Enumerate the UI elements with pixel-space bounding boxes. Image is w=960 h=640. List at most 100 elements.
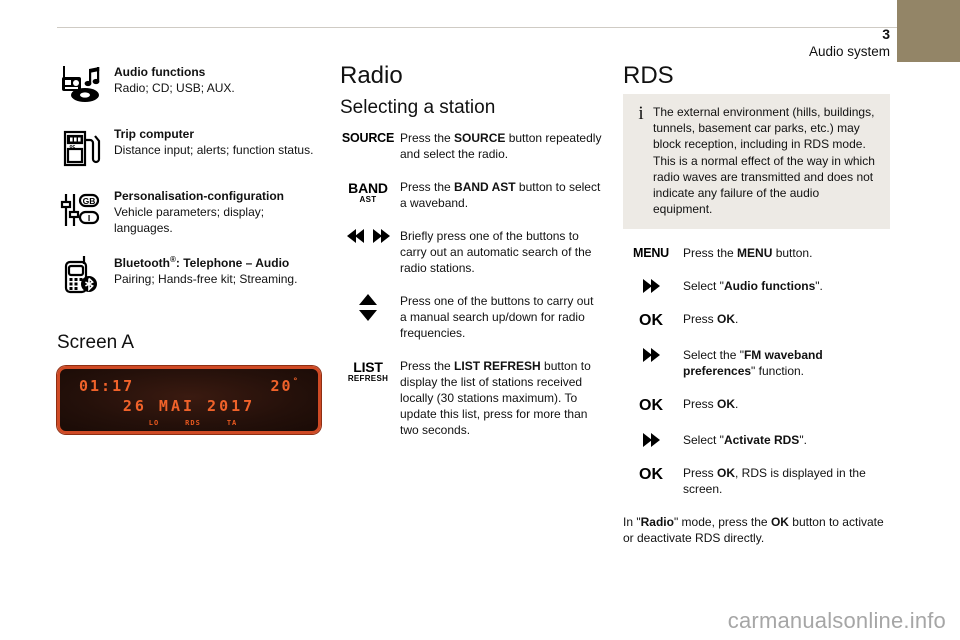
button-key-list[interactable]: LIST REFRESH (340, 358, 396, 383)
manual-tune-arrows-icon[interactable] (340, 293, 396, 321)
feature-body: Audio functions Radio; CD; USB; AUX. (105, 62, 235, 96)
button-key-sublabel: AST (359, 195, 377, 204)
plain-text: In " (623, 515, 641, 530)
emphasised-text: LIST REFRESH (454, 359, 541, 373)
scroll-right-arrows-icon[interactable] (623, 347, 679, 363)
scroll-right-arrows-icon[interactable] (623, 432, 679, 448)
right-column: RDS i The external environment (hills, b… (623, 62, 890, 546)
lcd-temperature: 20° (271, 377, 300, 395)
plain-text: button. (772, 246, 813, 261)
emphasised-text: MENU (737, 246, 773, 261)
instruction-step: BAND AST Press the BAND AST button to sele… (340, 179, 602, 211)
double-arrow-right-icon (642, 433, 660, 448)
feature-title-main: Bluetooth (114, 256, 170, 270)
button-key-ok[interactable]: OK (623, 311, 679, 330)
button-key-label: LIST (353, 359, 383, 375)
plain-text: Press (683, 312, 718, 327)
radio-step-list: SOURCE Press the SOURCE button repeatedly… (340, 130, 602, 438)
lcd-flag-lo: LO (148, 419, 160, 427)
feature-icon-slot: GB I (57, 186, 105, 234)
emphasised-text: SOURCE (454, 131, 506, 145)
feature-description: Radio; CD; USB; AUX. (114, 81, 235, 95)
feature-title: Trip computer (114, 127, 195, 141)
header-divider (57, 27, 897, 28)
lcd-time: 01:17 (79, 377, 135, 395)
emphasised-text: BAND AST (454, 180, 516, 194)
plain-text: Select " (683, 433, 724, 448)
watermark: carmanualsonline.info (727, 608, 946, 633)
button-key-label: OK (639, 397, 663, 415)
plain-text: ". (799, 433, 807, 448)
rds-closing-note: In "Radio" mode, press the OK button to … (623, 514, 890, 546)
middle-column: Radio Selecting a station SOURCE Press th… (340, 62, 602, 455)
header-accent-block (897, 0, 960, 62)
instruction-step: SOURCE Press the SOURCE button repeatedly… (340, 130, 602, 162)
radio-title: Radio (340, 62, 403, 89)
svg-text:I: I (88, 213, 90, 223)
emphasised-text: OK (770, 515, 789, 530)
button-key-ok[interactable]: OK (623, 396, 679, 415)
scroll-right-arrows-icon[interactable] (623, 278, 679, 294)
lcd-date: 26 MAI 2017 (122, 397, 256, 415)
plain-text: Press one of the buttons to carry out a … (400, 294, 594, 340)
feature-icon-slot: oc (57, 124, 105, 172)
plain-text: Briefly press one of the buttons to carr… (400, 229, 592, 275)
radio-cd-music-icon (62, 66, 100, 102)
emphasised-text: Activate RDS (723, 433, 800, 448)
instruction-text: Press the LIST REFRESH button to display… (396, 358, 602, 438)
seek-arrows-icon[interactable] (340, 228, 396, 243)
instruction-step: OK Press OK, RDS is displayed in the scre… (623, 465, 890, 497)
plain-text: ". (815, 279, 823, 294)
feature-body: Bluetooth®: Telephone – Audio Pairing; Ha… (105, 250, 297, 287)
instruction-step: MENU Press the MENU button. (623, 245, 890, 261)
button-key-label: SOURCE (341, 131, 395, 145)
instruction-step: OK Press OK. (623, 311, 890, 330)
button-key-band[interactable]: BAND AST (340, 179, 396, 204)
feature-item: Bluetooth®: Telephone – Audio Pairing; Ha… (57, 250, 319, 298)
feature-item: oc Trip computer Distance input; alerts; … (57, 124, 319, 172)
feature-description: Pairing; Hands-free kit; Streaming. (114, 272, 298, 286)
double-arrow-right-icon (642, 348, 660, 363)
instruction-step: Briefly press one of the buttons to carr… (340, 228, 602, 276)
lcd-flag-rds: RDS (185, 419, 201, 427)
info-icon: i (638, 103, 644, 124)
header-text-group: 3 Audio system (809, 27, 890, 60)
feature-title: Bluetooth®: Telephone – Audio (114, 252, 297, 271)
button-key-source[interactable]: SOURCE (340, 130, 396, 145)
instruction-step: Select "Activate RDS". (623, 432, 890, 448)
double-arrow-right-icon (642, 279, 660, 294)
button-key-label: OK (639, 312, 663, 330)
instruction-text: Select the "FM waveband preferences" fun… (679, 347, 890, 379)
screen-a-heading: Screen A (57, 332, 135, 353)
feature-description: Distance input; alerts; function status. (114, 143, 314, 157)
emphasised-text: OK (717, 312, 736, 327)
plain-text: . (735, 397, 739, 412)
plain-text: " mode, press the (673, 515, 771, 530)
emphasised-text: Radio (640, 515, 674, 530)
button-key-ok[interactable]: OK (623, 465, 679, 484)
feature-body: Trip computer Distance input; alerts; fun… (105, 124, 313, 158)
instruction-step: Press one of the buttons to carry out a … (340, 293, 602, 341)
lcd-status-flags: LO RDS TA (60, 419, 318, 427)
instruction-step: LIST REFRESH Press the LIST REFRESH button… (340, 358, 602, 438)
plain-text: Press the (683, 246, 738, 261)
mobile-phone-bluetooth-icon (64, 256, 97, 294)
feature-icon-slot (57, 62, 105, 110)
screen-a-display: 01:17 20° 26 MAI 2017 LO RDS TA (57, 366, 321, 434)
button-key-label: MENU (632, 246, 669, 261)
instruction-text: Press one of the buttons to carry out a … (396, 293, 602, 341)
button-key-menu[interactable]: MENU (623, 245, 679, 260)
feature-title-rest: : Telephone – Audio (175, 256, 290, 270)
plain-text: Press (683, 397, 718, 412)
emphasised-text: Audio functions (723, 279, 816, 294)
sliders-language-icon: GB I (60, 193, 100, 226)
feature-body: Personalisation-configuration Vehicle par… (105, 186, 319, 236)
instruction-text: Press the SOURCE button repeatedly and s… (396, 130, 602, 162)
arrow-up-down-icon (359, 294, 377, 321)
plain-text: Press the (400, 359, 455, 373)
emphasised-text: OK (717, 397, 736, 412)
button-key-label: OK (639, 466, 663, 484)
rds-title: RDS (623, 62, 674, 89)
instruction-step: Select the "FM waveband preferences" fun… (623, 347, 890, 379)
lcd-degree-symbol: ° (292, 377, 300, 387)
